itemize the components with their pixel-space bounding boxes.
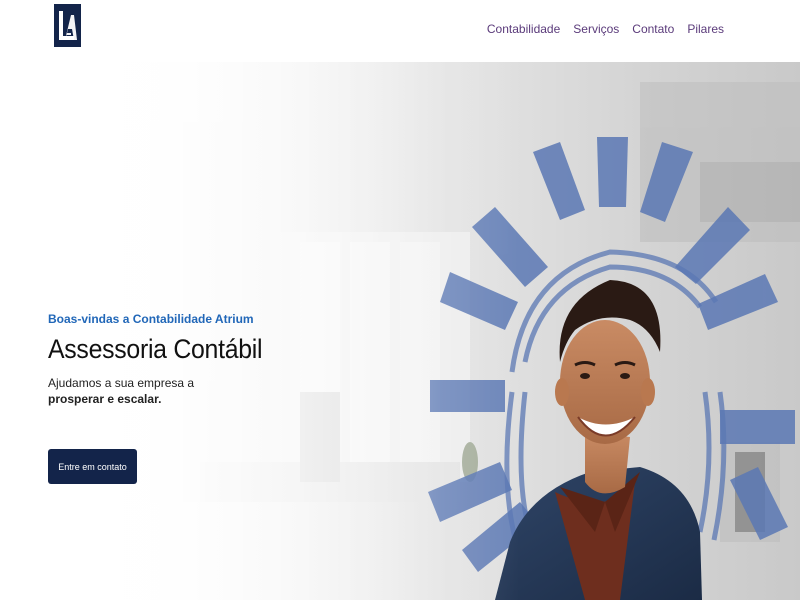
hero-content: Boas-vindas a Contabilidade Atrium Asses… (48, 312, 368, 484)
hero-description-line1: Ajudamos a sua empresa a (48, 376, 195, 390)
welcome-text: Boas-vindas a Contabilidade Atrium (48, 312, 254, 326)
contact-button[interactable]: Entre em contato (48, 449, 137, 484)
hero-title: Assessoria Contábil (48, 334, 263, 364)
main-nav: Contabilidade Serviços Contato Pilares (487, 22, 724, 36)
logo-mark-icon (59, 11, 77, 40)
nav-pilares[interactable]: Pilares (687, 22, 724, 36)
nav-contabilidade[interactable]: Contabilidade (487, 22, 560, 36)
nav-servicos[interactable]: Serviços (573, 22, 619, 36)
site-header: Contabilidade Serviços Contato Pilares (0, 0, 800, 62)
logo[interactable] (54, 4, 81, 47)
hero-description-line2: prosperar e escalar. (48, 392, 162, 406)
hero-section: Boas-vindas a Contabilidade Atrium Asses… (0, 62, 800, 600)
nav-contato[interactable]: Contato (632, 22, 674, 36)
hero-description: Ajudamos a sua empresa a prosperar e esc… (48, 375, 368, 407)
